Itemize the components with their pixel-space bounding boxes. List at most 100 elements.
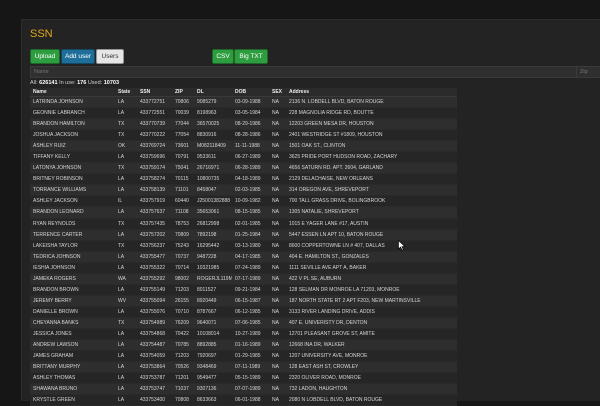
column-header-state[interactable]: State bbox=[115, 88, 137, 97]
column-header-ssn[interactable]: SSN bbox=[137, 88, 172, 97]
cell-zip: 70710 bbox=[172, 306, 194, 318]
column-header-name[interactable]: Name bbox=[30, 88, 115, 97]
cell-zip: 77054 bbox=[172, 129, 194, 142]
cell-state: LA bbox=[115, 251, 137, 263]
cell-sex: NA bbox=[269, 306, 286, 318]
table-row[interactable]: SHAWANA BRUNO LA 433753747 71037 9307136 07-0… bbox=[30, 383, 457, 396]
table-row[interactable]: BRITNEY ROBINSON LA 433758274 70115 10800735… bbox=[30, 173, 457, 186]
cell-address: 1501 OAK ST., CLINTON bbox=[286, 140, 457, 153]
column-header-dob[interactable]: DOB bbox=[232, 88, 269, 97]
cell-zip: 70422 bbox=[172, 328, 194, 341]
cell-address: 700 TALL GRASS DRIVE, BOLINGBROOK bbox=[286, 195, 457, 208]
cell-name: SHAWANA BRUNO bbox=[30, 383, 115, 396]
cell-state: LA bbox=[115, 206, 137, 219]
table-row[interactable]: LAKEISHA TAYLOR TX 433756237 75243 16295442 0… bbox=[30, 240, 457, 252]
cell-zip: 70809 bbox=[172, 229, 194, 241]
cell-state: LA bbox=[115, 96, 137, 109]
cell-zip: 71203 bbox=[172, 284, 194, 296]
stat-all-value: 626141 bbox=[39, 80, 58, 86]
csv-button[interactable]: CSV bbox=[212, 49, 234, 64]
upload-button[interactable]: Upload bbox=[30, 49, 60, 64]
cell-name: LAKEISHA TAYLOR bbox=[30, 240, 115, 252]
table-row[interactable]: RYAN REYNOLDS TX 433757435 78753 26812998 02-… bbox=[30, 218, 457, 230]
ssn-table: Name State SSN ZIP DL DOB SEX Address LATRINDA … bbox=[30, 88, 457, 406]
table-row[interactable]: BRANDON LEONARD LA 433757637 71108 35653061 0… bbox=[30, 206, 457, 219]
cell-ssn: 433772751 bbox=[137, 96, 172, 109]
table-row[interactable]: TERRENCE CARTER LA 433757202 70809 7892198 01… bbox=[30, 229, 457, 241]
column-header-address[interactable]: Address bbox=[286, 88, 457, 97]
name-filter-input[interactable] bbox=[30, 66, 579, 78]
table-row[interactable]: ASHLEY RUIZ OK 433769724 73601 M082118409 11-… bbox=[30, 140, 457, 153]
table-row[interactable]: GEONNIE LABRANCH LA 433772551 70039 8198963 0… bbox=[30, 107, 457, 120]
table-row[interactable]: DANIELLE BROWN LA 433755076 70710 8787667 06-… bbox=[30, 306, 457, 318]
cell-address: 1305 NATALIE, SHREVEPORT bbox=[286, 206, 457, 219]
table-row[interactable]: TORRANCE WILLIAMS LA 433758139 71101 8458047… bbox=[30, 184, 457, 197]
table-row[interactable]: ANDREW LAWSON LA 433754487 70785 8892885 01-1… bbox=[30, 339, 457, 352]
cell-dob: 10-09-1982 bbox=[232, 195, 269, 208]
cell-sex: NA bbox=[269, 96, 286, 109]
table-row[interactable]: ASHLEY THOMAS LA 433753787 71201 9549477 05-1… bbox=[30, 372, 457, 385]
cell-dob: 04-17-1985 bbox=[232, 251, 269, 263]
cell-ssn: 433754059 bbox=[137, 350, 172, 363]
cell-ssn: 433770222 bbox=[137, 129, 172, 142]
cell-sex: NA bbox=[269, 284, 286, 296]
column-header-dl[interactable]: DL bbox=[194, 88, 232, 97]
cell-dob: 10-27-1989 bbox=[232, 328, 269, 341]
cell-dob: 02-03-1985 bbox=[232, 184, 269, 197]
table-row[interactable]: JOSHUA JACKSON TX 433770222 77054 8830916 08-… bbox=[30, 129, 457, 142]
cell-sex: NA bbox=[269, 350, 286, 363]
cell-ssn: 433755076 bbox=[137, 306, 172, 318]
big-txt-button[interactable]: Big TXT bbox=[234, 49, 268, 64]
cell-ssn: 433755292 bbox=[137, 273, 172, 285]
table-row[interactable]: JAMES GRAHAM LA 433754059 71203 7920697 01-29… bbox=[30, 350, 457, 363]
cell-state: LA bbox=[115, 151, 137, 164]
cell-dob: 06-27-1989 bbox=[232, 151, 269, 164]
table-row[interactable]: TIFFANY KELLY LA 433759696 70791 9533611 06-2… bbox=[30, 151, 457, 164]
table-row[interactable]: JEREMY BERRY WV 433755094 26155 8920449 06-15… bbox=[30, 295, 457, 307]
table-row[interactable]: ASHLEY JACKSON IL 433757919 60440 J250013828… bbox=[30, 195, 457, 208]
cell-address: 404 E. HAMILTON ST., GONZALES bbox=[286, 251, 457, 263]
stat-in-use-label: In use: bbox=[59, 80, 76, 86]
cell-state: LA bbox=[115, 184, 137, 197]
cell-dl: 9307136 bbox=[194, 383, 232, 396]
table-row[interactable]: TEDRICA JOHNSON LA 433755477 70737 9487228 04… bbox=[30, 251, 457, 263]
cell-dob: 01-16-1989 bbox=[232, 339, 269, 352]
table-row[interactable]: KRYSTLE GREEN LA 433753400 70808 8633663 06-0… bbox=[30, 394, 457, 406]
cell-state: LA bbox=[115, 306, 137, 318]
table-row[interactable]: BRANDON HAMILTON TX 433770739 77044 36570025… bbox=[30, 118, 457, 131]
cell-name: JAMES GRAHAM bbox=[30, 350, 115, 363]
table-row[interactable]: JAMEKA ROGERSWA43375529298002ROGERJL119M… bbox=[30, 273, 457, 285]
cell-dl: 9348469 bbox=[194, 361, 232, 374]
table-row[interactable]: BRANDON BROWN LA 433755149 71203 8011527 09-2… bbox=[30, 284, 457, 296]
cell-dob: 06-01-1988 bbox=[232, 394, 269, 406]
cell-zip: 70039 bbox=[172, 107, 194, 120]
cell-zip: 78753 bbox=[172, 218, 194, 230]
cell-dl: 8198963 bbox=[194, 107, 232, 120]
cell-address: 1015 E YAGER LANE #17, AUSTIN bbox=[286, 218, 457, 230]
add-user-button[interactable]: Add user bbox=[61, 49, 95, 64]
table-row[interactable]: LATONYA JOHNSON TX 433759174 75041 26716971 0… bbox=[30, 162, 457, 175]
table-row[interactable]: IESHIA JOHNSON LA 433755322 70714 10321985 07… bbox=[30, 262, 457, 274]
table-row[interactable]: LATRINDA JOHNSON LA 433772751 70806 9085279 0… bbox=[30, 96, 457, 109]
zip-filter-input[interactable] bbox=[576, 66, 600, 78]
cell-ssn: 433772551 bbox=[137, 107, 172, 120]
cell-dob: 06-15-1987 bbox=[232, 295, 269, 307]
table-row[interactable]: BRITTANY MURPHY LA 433753864 70526 9348469 07… bbox=[30, 361, 457, 374]
cell-dob: 09-21-1984 bbox=[232, 284, 269, 296]
users-button[interactable]: Users bbox=[96, 49, 124, 64]
column-header-sex[interactable]: SEX bbox=[269, 88, 286, 97]
column-header-zip[interactable]: ZIP bbox=[172, 88, 194, 97]
cell-address: 2080 N LOBDELL BLVD, BATON ROUGE bbox=[286, 394, 457, 406]
table-row[interactable]: JESSICA JONES LA 433754868 70422 10108014 10-… bbox=[30, 328, 457, 341]
cell-dl: 8920449 bbox=[194, 295, 232, 307]
table-row[interactable]: CHEYANNA BANKS TX 433754989 76209 9640071 07-… bbox=[30, 317, 457, 329]
cell-ssn: 433754868 bbox=[137, 328, 172, 341]
cell-state: LA bbox=[115, 107, 137, 120]
cell-state: LA bbox=[115, 383, 137, 396]
cell-address: 228 MAGNOLIA RIDGE RD, BOUTTE bbox=[286, 107, 457, 120]
cell-sex: NA bbox=[269, 151, 286, 164]
cell-name: IESHIA JOHNSON bbox=[30, 262, 115, 274]
cell-ssn: 433759174 bbox=[137, 162, 172, 175]
cell-name: ASHLEY THOMAS bbox=[30, 372, 115, 385]
cell-dl: 9085279 bbox=[194, 96, 232, 109]
